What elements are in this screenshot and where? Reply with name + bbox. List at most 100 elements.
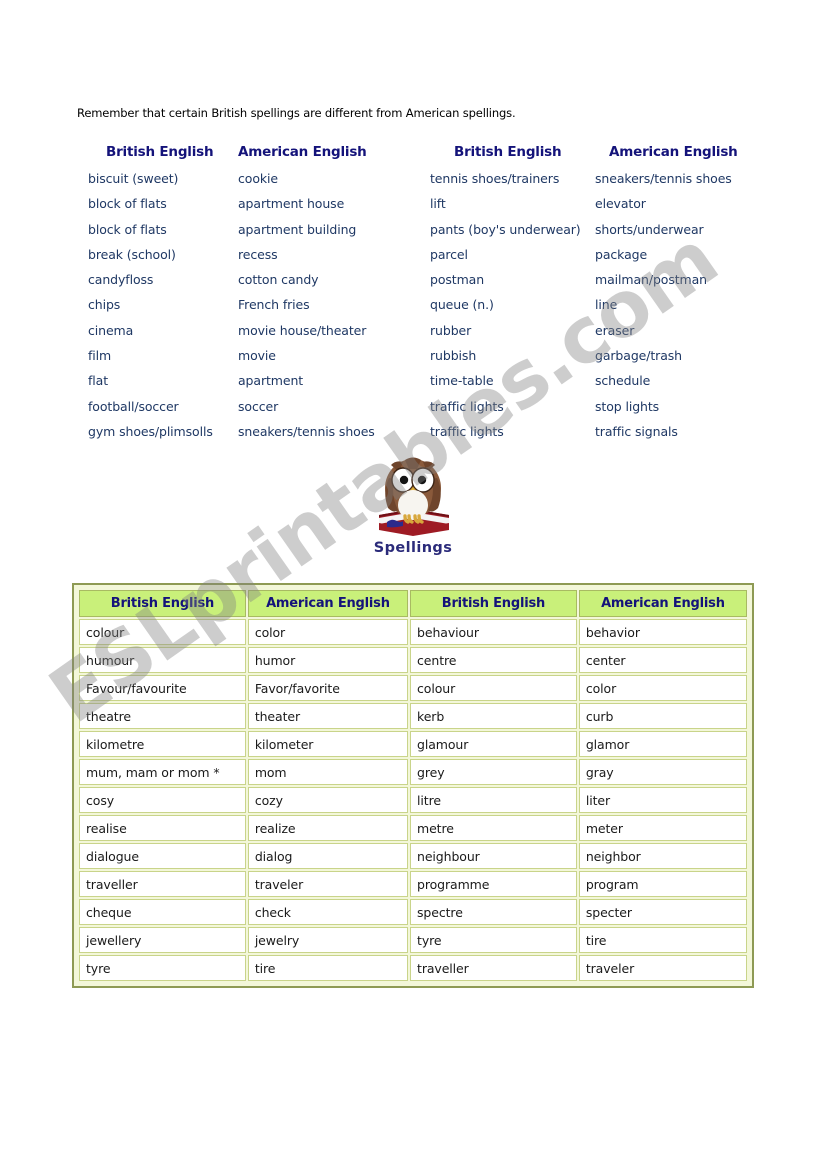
column-header-british-2: British English	[410, 590, 577, 617]
vocab-item: eraser	[595, 322, 635, 338]
vocab-list-american-2: sneakers/tennis shoes elevator shorts/un…	[595, 166, 775, 444]
vocab-item: rubber	[430, 322, 472, 338]
table-cell: theatre	[79, 703, 246, 729]
table-row: jewellery jewelry tyre tire	[79, 927, 747, 953]
vocab-column-header: American English	[238, 144, 367, 160]
table-cell: jewelry	[247, 927, 409, 953]
table-row: dialogue dialog neighbour neighbor	[79, 843, 747, 869]
table-cell: traveler	[578, 955, 747, 981]
table-cell: specter	[578, 899, 747, 925]
table-cell: curb	[578, 703, 747, 729]
vocab-column-american-2: American English sneakers/tennis shoes e…	[595, 144, 775, 444]
table-cell: theater	[247, 703, 409, 729]
vocab-item: cookie	[238, 171, 278, 186]
owl-on-book-icon	[379, 457, 449, 536]
table-cell: tyre	[410, 927, 577, 953]
vocab-item: block of flats	[88, 196, 167, 212]
vocab-item: soccer	[238, 398, 279, 414]
vocab-item: cinema	[88, 322, 134, 338]
table-cell: traveller	[410, 955, 577, 981]
column-header-british-1: British English	[79, 590, 246, 617]
vocab-list-american-1: cookie apartment house apartment buildin…	[238, 166, 424, 444]
spellings-caption: Spellings	[373, 540, 453, 556]
intro-sentence: Remember that certain British spellings …	[77, 106, 516, 120]
table-row: mum, mam or mom * mom grey gray	[79, 759, 747, 785]
table-cell: traveler	[247, 871, 409, 897]
table-cell: tyre	[79, 955, 246, 981]
table-cell: kilometer	[247, 731, 409, 757]
vocab-column-header: British English	[106, 144, 214, 160]
table-cell: neighbour	[410, 843, 577, 869]
table-cell: tire	[578, 927, 747, 953]
table-cell: program	[578, 871, 747, 897]
table-cell: neighbor	[578, 843, 747, 869]
table-cell: traveller	[79, 871, 246, 897]
table-cell: liter	[578, 787, 747, 813]
table-cell: cosy	[79, 787, 246, 813]
vocab-item: line	[595, 297, 618, 313]
vocab-item: sneakers/tennis shoes	[595, 171, 732, 186]
vocab-item: mailman/postman	[595, 272, 708, 288]
table-cell: mum, mam or mom *	[79, 759, 246, 785]
table-cell: cozy	[247, 787, 409, 813]
vocab-item: shorts/underwear	[595, 221, 704, 237]
table-cell: humour	[79, 647, 246, 673]
vocab-item: garbage/trash	[595, 348, 682, 364]
vocab-item: pants (boy's underwear)	[430, 221, 581, 237]
table-cell: gray	[578, 759, 747, 785]
table-row: kilometre kilometer glamour glamor	[79, 731, 747, 757]
table-cell: glamor	[578, 731, 747, 757]
worksheet-page: Remember that certain British spellings …	[0, 0, 826, 1169]
table-cell: center	[578, 647, 747, 673]
vocab-item: chips	[88, 297, 121, 313]
table-cell: meter	[578, 815, 747, 841]
vocab-item: football/soccer	[88, 398, 179, 414]
table-cell: dialogue	[79, 843, 246, 869]
table-row: tyre tire traveller traveler	[79, 955, 747, 981]
vocab-item: movie house/theater	[238, 322, 367, 338]
vocab-item: package	[595, 246, 648, 262]
vocab-column-header: British English	[454, 144, 562, 160]
spelling-table-head: British English American English British…	[79, 590, 747, 617]
vocab-item: candyfloss	[88, 272, 154, 288]
vocab-column-british-1: British English biscuit (sweet) block of…	[88, 144, 238, 444]
table-cell: realize	[247, 815, 409, 841]
vocab-item: traffic signals	[595, 423, 678, 439]
table-cell: check	[247, 899, 409, 925]
table-cell: colour	[410, 675, 577, 701]
table-cell: centre	[410, 647, 577, 673]
vocab-column-american-1: American English cookie apartment house …	[238, 144, 424, 444]
table-cell: realise	[79, 815, 246, 841]
table-row: theatre theater kerb curb	[79, 703, 747, 729]
vocab-item: movie	[238, 348, 276, 364]
vocab-item: time-table	[430, 373, 494, 389]
table-cell: color	[578, 675, 747, 701]
table-cell: grey	[410, 759, 577, 785]
owl-on-book-illustration: Spellings	[365, 452, 461, 562]
table-cell: behavior	[578, 619, 747, 645]
column-header-american-1: American English	[247, 590, 409, 617]
table-cell: humor	[247, 647, 409, 673]
vocab-item: rubbish	[430, 348, 477, 364]
spelling-table: British English American English British…	[77, 588, 749, 983]
vocab-item: apartment house	[238, 196, 345, 212]
vocab-item: break (school)	[88, 246, 176, 262]
table-cell: glamour	[410, 731, 577, 757]
vocab-column-header: American English	[609, 144, 738, 160]
table-cell: litre	[410, 787, 577, 813]
table-cell: metre	[410, 815, 577, 841]
vocab-item: lift	[430, 196, 446, 212]
table-cell: programme	[410, 871, 577, 897]
table-cell: kerb	[410, 703, 577, 729]
table-cell: spectre	[410, 899, 577, 925]
column-header-american-2: American English	[578, 590, 747, 617]
table-cell: kilometre	[79, 731, 246, 757]
vocab-item: stop lights	[595, 398, 660, 414]
vocab-item: queue (n.)	[430, 297, 494, 313]
vocab-item: block of flats	[88, 221, 167, 237]
vocab-list-british-1: biscuit (sweet) block of flats block of …	[88, 166, 238, 444]
table-row: traveller traveler programme program	[79, 871, 747, 897]
table-cell: mom	[247, 759, 409, 785]
table-cell: Favour/favourite	[79, 675, 246, 701]
vocab-item: biscuit (sweet)	[88, 171, 179, 186]
